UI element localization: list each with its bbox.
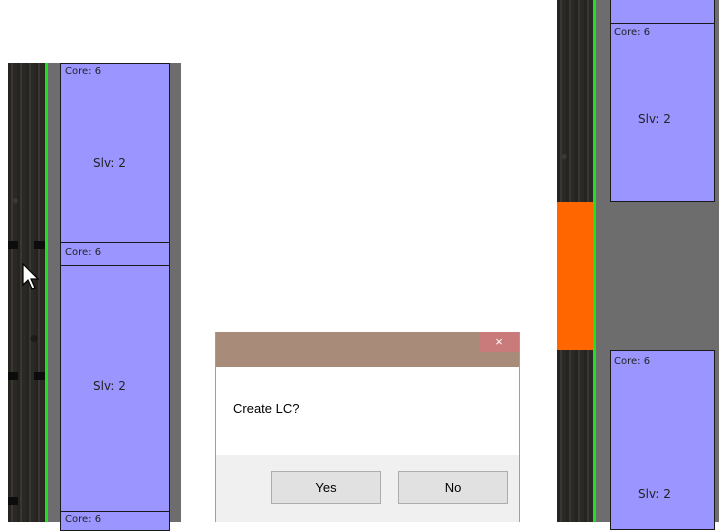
- left-slot-block-2[interactable]: Core: 6 Slv: 2: [60, 242, 170, 512]
- mouse-pointer-icon: [22, 263, 40, 290]
- left-tick: [34, 372, 45, 380]
- left-tick: [8, 241, 18, 249]
- selected-segment[interactable]: [557, 202, 593, 350]
- core-label: Core: 6: [65, 247, 102, 258]
- dialog-titlebar: ×: [216, 332, 519, 367]
- confirm-dialog: × Create LC? Yes No: [215, 332, 520, 522]
- core-label: Core: 6: [614, 27, 651, 38]
- core-label: Core: 6: [65, 514, 102, 525]
- slv-label: Slv: 2: [638, 487, 671, 501]
- left-tick: [8, 497, 18, 505]
- left-slot-block-3[interactable]: Core: 6: [60, 511, 170, 531]
- left-gray-track-right: [169, 63, 181, 522]
- left-tick: [8, 372, 18, 380]
- slv-label: Slv: 2: [93, 156, 126, 170]
- slv-label: Slv: 2: [638, 112, 671, 126]
- left-gray-track: [48, 63, 60, 522]
- left-tick: [34, 241, 45, 249]
- core-label: Core: 6: [614, 356, 651, 367]
- yes-button[interactable]: Yes: [271, 471, 381, 504]
- right-slot-block-1[interactable]: Core: 6 Slv: 2: [610, 23, 715, 202]
- left-slot-block-1[interactable]: Core: 6 Slv: 2: [60, 63, 170, 243]
- block-header-divider: [61, 265, 169, 266]
- slv-label: Slv: 2: [93, 379, 126, 393]
- left-texture-strip: [8, 63, 45, 522]
- right-slot-block-2[interactable]: Core: 6 Slv: 2: [610, 350, 715, 530]
- dialog-body: Create LC?: [216, 367, 519, 455]
- right-slot-block-prev[interactable]: [610, 0, 715, 24]
- dialog-footer: Yes No: [216, 455, 519, 522]
- close-icon[interactable]: ×: [479, 332, 519, 352]
- dialog-message: Create LC?: [233, 401, 300, 416]
- core-label: Core: 6: [65, 66, 102, 77]
- no-button[interactable]: No: [398, 471, 508, 504]
